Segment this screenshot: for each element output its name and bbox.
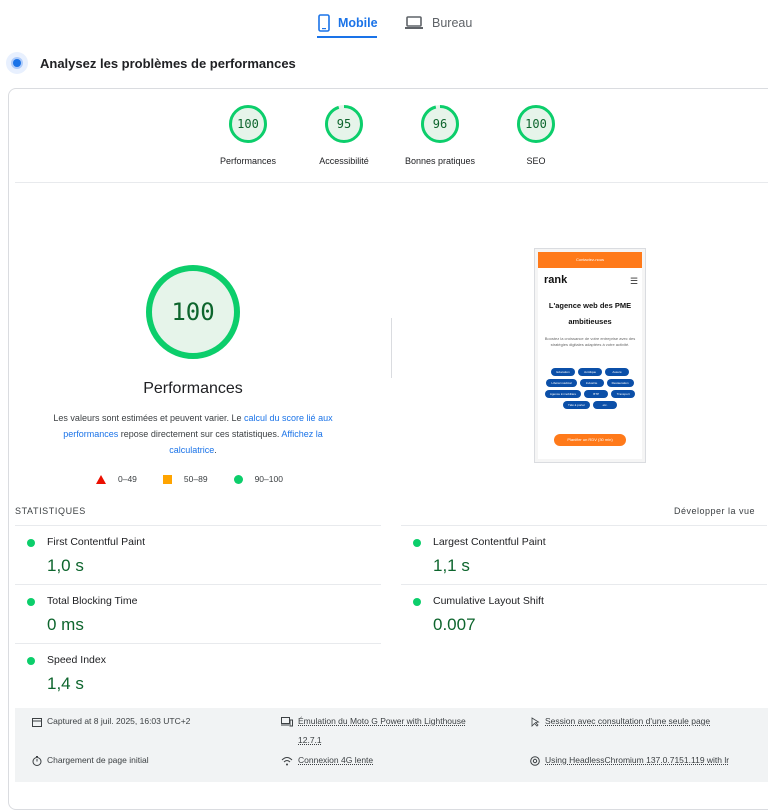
- gauge-accessibilite[interactable]: 95 Accessibilité: [299, 104, 389, 166]
- screenshot-paragraph: Boostez la croissance de votre entrepris…: [544, 336, 636, 347]
- menu-icon: ☰: [630, 276, 639, 286]
- gauge-seo[interactable]: 100 SEO: [491, 104, 581, 166]
- metric-tbt: Total Blocking Time 0 ms: [15, 584, 381, 643]
- tab-desktop-label: Bureau: [432, 16, 473, 30]
- phone-icon: [318, 14, 330, 32]
- initial-load-info: Chargement de page initial: [32, 751, 149, 770]
- screenshot-pill: Télé à porter: [562, 400, 590, 409]
- screenshot-pill: etc.: [593, 400, 617, 409]
- metric-name: Total Blocking Time: [47, 595, 138, 607]
- gauge-bonnes-pratiques[interactable]: 96 Bonnes pratiques: [395, 104, 485, 166]
- gauge-score: 95: [336, 117, 352, 131]
- active-tab-indicator: [317, 36, 377, 38]
- device-tabs: Mobile Bureau: [0, 0, 768, 40]
- browser-info[interactable]: Using HeadlessChromium 137.0.7151.119 wi…: [530, 751, 768, 770]
- score-legend: 0–49 50–89 90–100: [96, 474, 309, 484]
- stats-heading: STATISTIQUES: [15, 506, 86, 516]
- good-circle-icon: [413, 598, 421, 606]
- square-icon: [162, 474, 172, 484]
- good-circle-icon: [27, 539, 35, 547]
- metric-value: 1,4 s: [47, 674, 84, 693]
- laptop-icon: [405, 16, 423, 29]
- legend-good: 90–100: [254, 474, 283, 484]
- devices-icon: [281, 717, 293, 727]
- gauge-label: Performances: [219, 156, 277, 166]
- category-gauges: 100 Performances 95 Accessibilité 96 Bon…: [0, 104, 768, 174]
- vertical-divider: [391, 318, 392, 378]
- session-info[interactable]: Session avec consultation d'une seule pa…: [530, 712, 710, 731]
- screenshot-pill: Education: [551, 367, 575, 376]
- tab-mobile-label: Mobile: [338, 16, 378, 30]
- screenshot-cta: Planifier un RDV (30 min): [554, 434, 626, 446]
- gauge-performances[interactable]: 100 Performances: [203, 104, 293, 166]
- connection-info[interactable]: Connexion 4G lente: [281, 751, 373, 770]
- metric-value: 1,0 s: [47, 556, 84, 575]
- screenshot-pill: Transport: [611, 389, 636, 398]
- metric-value: 0.007: [433, 615, 476, 634]
- screenshot-pill: Libéral médical: [546, 378, 577, 387]
- screenshot-pill: Juridique: [578, 367, 602, 376]
- screenshot-pill: Assuré: [605, 367, 629, 376]
- metric-name: Speed Index: [47, 654, 106, 666]
- screenshot-logo: rank: [544, 274, 568, 286]
- good-circle-icon: [27, 657, 35, 665]
- screenshot-heading: L'agence web des PME ambitieuses: [548, 301, 632, 326]
- metric-value: 0 ms: [47, 615, 84, 634]
- pointer-icon: [531, 717, 540, 727]
- section-title: Analysez les problèmes de performances: [40, 55, 296, 71]
- captured-info: Captured at 8 juil. 2025, 16:03 UTC+2: [32, 712, 190, 731]
- gauge-label: Bonnes pratiques: [404, 156, 476, 166]
- divider: [15, 182, 768, 183]
- tab-mobile[interactable]: Mobile: [318, 8, 378, 38]
- gauge-score: 96: [432, 117, 448, 131]
- gauge-label: SEO: [526, 156, 546, 166]
- page-screenshot[interactable]: Contactez-nous rank ☰ L'agence web des P…: [534, 248, 646, 463]
- screenshot-top-bar: Contactez-nous: [538, 252, 642, 268]
- performance-title: Performances: [143, 380, 243, 397]
- good-circle-icon: [27, 598, 35, 606]
- metric-name: Cumulative Layout Shift: [433, 595, 544, 607]
- gauge-score: 100: [237, 117, 259, 131]
- performance-gauge: 100: [145, 264, 241, 360]
- performance-score: 100: [171, 298, 215, 326]
- analyze-icon: [6, 52, 28, 74]
- gauge-label: Accessibilité: [319, 156, 369, 166]
- screenshot-pill: Agence immobilière: [544, 389, 582, 398]
- calendar-icon: [32, 718, 42, 727]
- screenshot-pill: Restauration: [606, 378, 634, 387]
- run-info-footer: Captured at 8 juil. 2025, 16:03 UTC+2 Ém…: [15, 708, 768, 782]
- analyze-header: Analysez les problèmes de performances: [6, 52, 296, 74]
- gauge-score: 100: [525, 117, 547, 131]
- screenshot-pill: BTP: [584, 389, 609, 398]
- metric-value: 1,1 s: [433, 556, 470, 575]
- screenshot-pills: Education Juridique Assuré Libéral médical I…: [542, 366, 638, 410]
- good-circle-icon: [413, 539, 421, 547]
- expand-view-toggle[interactable]: Développer la vue: [674, 506, 755, 516]
- triangle-icon: [96, 474, 106, 484]
- metric-cls: Cumulative Layout Shift 0.007: [401, 584, 767, 643]
- circle-icon: [233, 474, 243, 484]
- legend-average: 50–89: [183, 474, 208, 484]
- metric-fcp: First Contentful Paint 1,0 s: [15, 525, 381, 584]
- legend-poor: 0–49: [118, 474, 137, 484]
- timer-icon: [32, 756, 42, 766]
- performance-description: Les valeurs sont estimées et peuvent var…: [53, 413, 333, 455]
- metric-lcp: Largest Contentful Paint 1,1 s: [401, 525, 767, 584]
- emulation-info[interactable]: Émulation du Moto G Power with Lighthous…: [281, 712, 511, 750]
- metric-si: Speed Index 1,4 s: [15, 643, 381, 702]
- metric-name: First Contentful Paint: [47, 536, 146, 548]
- metric-name: Largest Contentful Paint: [433, 536, 546, 548]
- screenshot-pill: Industrie: [579, 378, 604, 387]
- chrome-icon: [530, 756, 540, 766]
- tab-desktop[interactable]: Bureau: [404, 8, 472, 38]
- wifi-icon: [281, 757, 293, 766]
